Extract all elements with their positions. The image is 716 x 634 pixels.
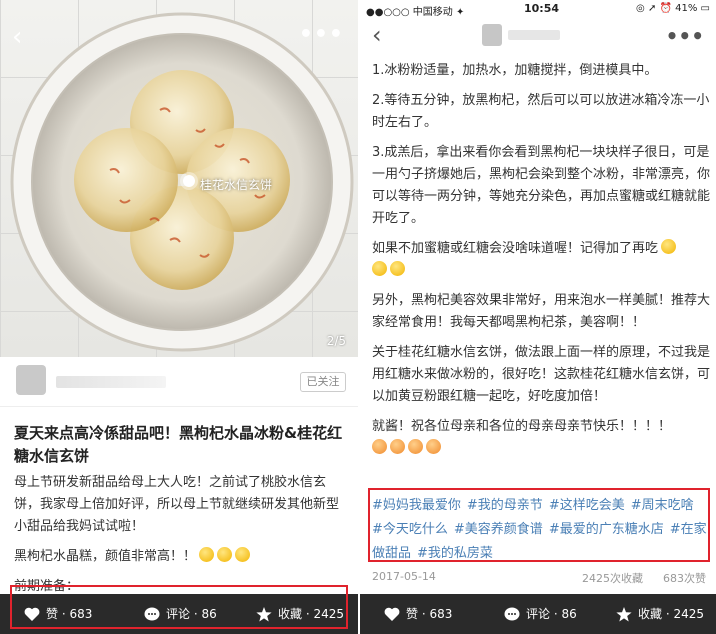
- body-paragraph-text: 就酱！祝各位母亲和各位的母亲母亲节快乐！！！！: [372, 419, 672, 434]
- highlight-box: [10, 585, 348, 629]
- emoji-icon: [199, 547, 215, 562]
- status-bar: ●●○○○ 中国移动 ✦ 10:54 ◎ ➚ ⏰ 41% ▭: [360, 0, 716, 18]
- emoji-icon: [408, 439, 423, 454]
- star-icon: [616, 606, 632, 621]
- more-icon[interactable]: •••: [299, 24, 344, 46]
- status-time: 10:54: [524, 2, 560, 15]
- note-title: 夏天来点高冷係甜品吧！黑枸杞水晶冰粉&桂花红糖水信玄饼: [14, 424, 343, 465]
- emoji-icon: [390, 439, 405, 454]
- back-icon[interactable]: ‹: [372, 21, 382, 49]
- collect-count: 收藏 · 2425: [638, 607, 704, 621]
- note-photo[interactable]: ‹ ••• 桂花水信玄饼 2/5: [0, 0, 358, 357]
- top-nav: ‹ •••: [360, 18, 716, 54]
- highlight-box: [368, 488, 710, 562]
- body-paragraph: 2.等待五分钟，放黑枸杞，然后可以可以放进冰箱冷冻一小时左右了。: [372, 93, 710, 130]
- emoji-icon: [372, 261, 387, 276]
- like-count-text: 683次赞: [663, 572, 706, 585]
- author-row: 已关注: [0, 357, 358, 407]
- comment-count: 评论 · 86: [526, 607, 577, 621]
- emoji-icon: [217, 547, 233, 562]
- back-icon[interactable]: ‹: [12, 24, 22, 50]
- dessert-photo-illustration: [10, 12, 354, 352]
- follow-button[interactable]: 已关注: [300, 372, 346, 392]
- emoji-icon: [426, 439, 441, 454]
- body-paragraph-with-emoji: 黑枸杞水晶糕，颜值非常高！！: [14, 546, 348, 568]
- emoji-icon: [235, 547, 251, 562]
- body-paragraph-with-emoji: 如果不加蜜糖或红糖会没啥味道喔！记得加了再吃: [372, 238, 710, 282]
- comment-button[interactable]: 评论 · 86: [504, 594, 577, 634]
- like-button[interactable]: 赞 · 683: [384, 594, 452, 634]
- image-tag-label[interactable]: 桂花水信玄饼: [200, 176, 272, 193]
- like-count: 赞 · 683: [406, 607, 453, 621]
- photo-page-indicator: 2/5: [326, 334, 346, 348]
- note-body: 1.冰粉粉适量，加热水，加糖搅拌，倒进模具中。 2.等待五分钟，放黑枸杞，然后可…: [372, 60, 710, 468]
- emoji-icon: [661, 239, 677, 254]
- body-paragraph: 3.成羔后，拿出来看你会看到黑枸杞一块块样子很日，可是一用勺子挤爆她后，黑枸杞会…: [372, 145, 711, 226]
- body-paragraph: 关于桂花红糖水信玄饼，做法跟上面一样的原理，不过我是用红糖水来做冰粉的，很好吃！…: [372, 345, 711, 404]
- body-paragraph-text: 如果不加蜜糖或红糖会没啥味道喔！记得加了再吃: [372, 241, 659, 256]
- body-paragraph: 母上节研发新甜品给母上大人吃！之前试了桃胶水信玄饼，我家母上倍加好评，所以母上节…: [14, 475, 340, 534]
- more-icon[interactable]: •••: [666, 24, 704, 48]
- image-tag-dot[interactable]: [183, 175, 195, 187]
- body-paragraph: 另外，黑枸杞美容效果非常好，用来泡水一样美腻！推荐大家经常食用！我每天都喝黑枸杞…: [372, 293, 711, 330]
- note-view-right: ●●○○○ 中国移动 ✦ 10:54 ◎ ➚ ⏰ 41% ▭ ‹ ••• 1.冰…: [358, 0, 716, 634]
- emoji-icon: [390, 261, 405, 276]
- screenshot-composite: ‹ ••• 桂花水信玄饼 2/5 已关注 夏天来点高冷係甜品吧！黑枸杞水晶冰粉&…: [0, 0, 716, 634]
- carrier-signal: ●●○○○ 中国移动 ✦: [366, 7, 465, 18]
- avatar[interactable]: [482, 24, 502, 46]
- body-paragraph-text: 黑枸杞水晶糕，颜值非常高！！: [14, 549, 197, 564]
- collect-button[interactable]: 收藏 · 2425: [616, 594, 704, 634]
- battery-status: ◎ ➚ ⏰ 41% ▭: [636, 3, 710, 14]
- comment-icon: [504, 607, 520, 620]
- favorite-count: 2425次收藏: [582, 572, 643, 585]
- body-paragraph-with-emoji: 就酱！祝各位母亲和各位的母亲母亲节快乐！！！！: [372, 416, 710, 460]
- avatar[interactable]: [16, 365, 46, 395]
- note-view-left: ‹ ••• 桂花水信玄饼 2/5 已关注 夏天来点高冷係甜品吧！黑枸杞水晶冰粉&…: [0, 0, 358, 634]
- emoji-icon: [372, 439, 387, 454]
- heart-icon: [384, 607, 400, 621]
- bottom-action-bar: 赞 · 683 评论 · 86 收藏 · 2425: [360, 594, 716, 634]
- note-meta: 2017-05-14 2425次收藏 683次赞: [360, 568, 716, 586]
- post-date: 2017-05-14: [372, 570, 436, 583]
- author-name-blurred[interactable]: [56, 376, 166, 388]
- author-name-blurred[interactable]: [508, 30, 560, 40]
- body-paragraph: 1.冰粉粉适量，加热水，加糖搅拌，倒进模具中。: [372, 63, 658, 78]
